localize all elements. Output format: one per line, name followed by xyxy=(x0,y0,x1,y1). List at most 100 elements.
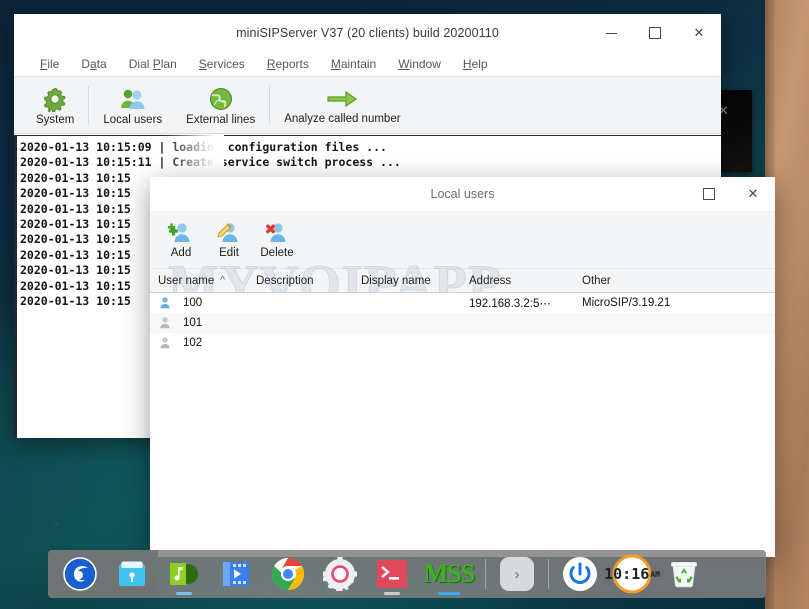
dialog-close-button[interactable]: ✕ xyxy=(731,177,775,211)
menu-services[interactable]: Services xyxy=(199,57,245,71)
menu-window[interactable]: Window xyxy=(398,57,441,71)
desktop: ✕ miniSIPServer V37 (20 clients) build 2… xyxy=(0,0,809,609)
sort-ascending-icon: ^ xyxy=(220,275,225,286)
local-users-dialog: Local users ✕ Add Edit Delete MYVOIPAPP … xyxy=(150,177,775,557)
running-indicator xyxy=(384,592,400,595)
mss-logo-label: MSS xyxy=(423,559,475,588)
toolbar-button-analyze-called-number[interactable]: Analyze called number xyxy=(272,78,412,132)
taskbar: MSS › 10:16 AM xyxy=(48,550,766,598)
users-icon xyxy=(120,89,145,109)
users-table-body: 100 192.168.3.2:5⋯ MicroSIP/3.19.21 101 xyxy=(150,293,775,557)
main-menubar: File Data Dial Plan Services Reports Mai… xyxy=(14,52,721,76)
dialog-title: Local users xyxy=(430,187,495,201)
main-titlebar[interactable]: miniSIPServer V37 (20 clients) build 202… xyxy=(14,14,721,52)
taskbar-item-minisipserver[interactable]: MSS xyxy=(418,550,480,598)
edit-user-button[interactable]: Edit xyxy=(206,213,252,267)
taskbar-item-deepin-launcher[interactable] xyxy=(54,550,106,598)
delete-user-button[interactable]: Delete xyxy=(254,213,300,267)
video-player-icon xyxy=(223,562,249,586)
running-indicator xyxy=(176,592,192,595)
toolbar-button-external-lines[interactable]: External lines xyxy=(174,78,267,132)
power-icon xyxy=(563,557,597,591)
taskbar-item-settings[interactable] xyxy=(314,550,366,598)
maximize-button[interactable] xyxy=(633,14,677,52)
taskbar-tray-expand-button[interactable]: › xyxy=(491,550,543,598)
taskbar-item-video-player[interactable] xyxy=(210,550,262,598)
google-chrome-icon xyxy=(271,557,305,591)
file-manager-icon xyxy=(119,561,145,586)
toolbar-label: Local users xyxy=(103,114,163,126)
taskbar-power-button[interactable] xyxy=(554,550,606,598)
toolbar-label: External lines xyxy=(186,114,256,126)
column-header-user-name[interactable]: User name ^ xyxy=(158,275,256,287)
toolbar-divider xyxy=(269,86,271,124)
log-line: 2020-01-13 10:15:09 | loading configurat… xyxy=(20,140,387,154)
toolbar-button-local-users[interactable]: Local users xyxy=(91,78,174,132)
taskbar-item-music-player[interactable] xyxy=(158,550,210,598)
column-label: User name xyxy=(158,274,215,287)
add-user-button[interactable]: Add xyxy=(158,213,204,267)
taskbar-divider xyxy=(485,559,486,589)
page-title: miniSIPServer V37 (20 clients) build 202… xyxy=(236,26,499,40)
music-player-icon xyxy=(170,563,198,585)
menu-file[interactable]: File xyxy=(40,57,59,71)
taskbar-item-google-chrome[interactable] xyxy=(262,550,314,598)
user-edit-icon xyxy=(217,223,238,242)
toolbar-label: Analyze called number xyxy=(284,113,401,125)
table-row[interactable]: 102 xyxy=(150,333,775,353)
cell-address: 192.168.3.2:5⋯ xyxy=(469,298,551,310)
user-offline-icon xyxy=(160,317,170,329)
taskbar-item-file-manager[interactable] xyxy=(106,550,158,598)
globe-icon xyxy=(209,88,232,110)
terminal-icon xyxy=(377,560,407,588)
main-toolbar: System Local users External lines Analyz… xyxy=(14,76,721,134)
dialog-maximize-button[interactable] xyxy=(687,177,731,211)
main-window-controls: ✕ xyxy=(589,14,721,52)
taskbar-divider xyxy=(548,559,549,589)
menu-help[interactable]: Help xyxy=(463,57,488,71)
running-indicator xyxy=(438,592,460,595)
users-dialog-toolbar: Add Edit Delete xyxy=(150,211,775,269)
arrow-right-icon xyxy=(327,90,358,108)
close-button[interactable]: ✕ xyxy=(677,14,721,52)
table-row[interactable]: 100 192.168.3.2:5⋯ MicroSIP/3.19.21 xyxy=(150,293,775,313)
gear-icon xyxy=(43,87,66,112)
menu-dial-plan[interactable]: Dial Plan xyxy=(129,57,177,71)
taskbar-trash[interactable] xyxy=(658,550,710,598)
toolbar-label: System xyxy=(36,114,75,126)
users-table-header: User name ^ Description Display name Add… xyxy=(150,269,775,293)
clock-time: 10:16 xyxy=(604,565,650,583)
menu-maintain[interactable]: Maintain xyxy=(331,57,376,71)
minimize-button[interactable] xyxy=(589,14,633,52)
users-dialog-titlebar[interactable]: Local users ✕ xyxy=(150,177,775,211)
log-line: 2020-01-13 10:15:11 | Create service swi… xyxy=(20,155,401,170)
users-table: User name ^ Description Display name Add… xyxy=(150,269,775,557)
chevron-right-icon: › xyxy=(500,557,534,591)
toolbar-button-system[interactable]: System xyxy=(24,78,86,132)
toolbar-label: Delete xyxy=(260,247,294,259)
trash-recycle-icon xyxy=(671,562,697,588)
table-row[interactable]: 101 xyxy=(150,313,775,333)
column-header-description[interactable]: Description xyxy=(256,275,361,287)
menu-data[interactable]: Data xyxy=(81,57,106,71)
user-delete-icon xyxy=(266,223,286,242)
user-online-icon xyxy=(160,297,170,309)
cell-user-name: 101 xyxy=(183,317,203,329)
column-header-display-name[interactable]: Display name xyxy=(361,275,469,287)
settings-gear-icon xyxy=(323,557,357,591)
column-header-other[interactable]: Other xyxy=(582,275,775,287)
user-add-icon xyxy=(167,223,190,242)
cell-user-name: 100 xyxy=(183,297,203,309)
deepin-launcher-icon xyxy=(63,557,97,591)
log-console-left-edge xyxy=(14,135,17,438)
toolbar-label: Add xyxy=(170,247,192,259)
column-header-address[interactable]: Address xyxy=(469,275,582,287)
user-offline-icon xyxy=(160,337,170,349)
taskbar-item-terminal[interactable] xyxy=(366,550,418,598)
menu-reports[interactable]: Reports xyxy=(267,57,309,71)
users-window-controls: ✕ xyxy=(687,177,775,211)
taskbar-clock[interactable]: 10:16 AM xyxy=(604,550,660,598)
toolbar-divider xyxy=(88,86,90,124)
cell-user-name: 102 xyxy=(183,337,203,349)
cell-other: MicroSIP/3.19.21 xyxy=(582,297,671,309)
